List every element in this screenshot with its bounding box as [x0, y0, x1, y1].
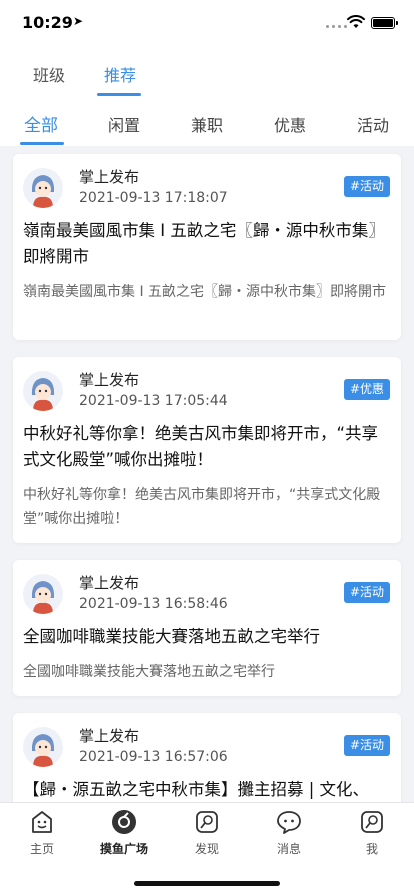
post-author: 掌上发布: [79, 371, 140, 389]
discover-icon: [196, 811, 218, 833]
tabbar-item-square[interactable]: 摸鱼广场: [94, 809, 154, 857]
tabbar-label: 我: [365, 842, 378, 856]
profile-icon: [361, 811, 383, 833]
post-title[interactable]: 全國咖啡職業技能大賽落地五畝之宅举行: [23, 624, 387, 650]
status-bar: 10:29 ➤: [0, 0, 414, 48]
category-tab-all-indicator: [20, 142, 64, 145]
tabbar-item-discover[interactable]: 发现: [177, 809, 237, 857]
post-time: 2021-09-13 16:58:46: [79, 596, 228, 612]
tabbar-label: 摸鱼广场: [99, 842, 148, 856]
post-title[interactable]: 嶺南最美國風市集 I 五畝之宅〖歸・源中秋市集〗即將開市: [23, 218, 387, 270]
post-card[interactable]: 掌上发布 2021-09-13 16:58:46 #活动 全國咖啡職業技能大賽落…: [13, 560, 401, 696]
wifi-icon: [347, 15, 365, 28]
tabbar-label: 主页: [29, 842, 54, 856]
post-tag[interactable]: #活动: [343, 582, 390, 603]
category-tab-idle[interactable]: 闲置: [108, 112, 140, 136]
post-tag[interactable]: #活动: [343, 735, 390, 756]
home-icon: [32, 811, 52, 833]
tabbar-label: 消息: [276, 842, 301, 856]
post-card[interactable]: 掌上发布 2021-09-13 16:57:06 #活动 【歸・源五畝之宅中秋市…: [13, 713, 401, 802]
location-arrow-icon: ➤: [73, 14, 84, 28]
post-time: 2021-09-13 17:18:07: [79, 190, 228, 206]
post-author: 掌上发布: [79, 574, 140, 592]
tabbar-item-message[interactable]: 消息: [259, 809, 319, 857]
category-tab-all[interactable]: 全部: [24, 111, 58, 136]
post-time: 2021-09-13 17:05:44: [79, 393, 228, 409]
home-indicator: [134, 881, 280, 886]
post-card[interactable]: 掌上发布 2021-09-13 17:05:44 #优惠 中秋好礼等你拿！绝美古…: [13, 357, 401, 543]
post-tag[interactable]: #优惠: [343, 379, 390, 400]
post-card[interactable]: 掌上发布 2021-09-13 17:18:07 #活动 嶺南最美國風市集 I …: [13, 154, 401, 340]
post-author: 掌上发布: [79, 168, 140, 186]
post-title[interactable]: 中秋好礼等你拿！绝美古风市集即将开市，“共享式文化殿堂”喊你出摊啦！: [23, 421, 387, 473]
avatar[interactable]: [23, 168, 63, 208]
category-tab-parttime[interactable]: 兼职: [191, 112, 223, 136]
tabbar-item-home[interactable]: 主页: [12, 809, 72, 857]
post-time: 2021-09-13 16:57:06: [79, 749, 228, 765]
battery-icon: [371, 17, 398, 29]
tabbar-label: 发现: [194, 842, 219, 856]
tab-class[interactable]: 班级: [33, 62, 65, 86]
avatar[interactable]: [23, 371, 63, 411]
tabbar-item-profile[interactable]: 我: [342, 809, 402, 857]
avatar[interactable]: [23, 727, 63, 767]
post-excerpt: 嶺南最美國風市集 I 五畝之宅〖歸・源中秋市集〗即將開市: [23, 284, 387, 300]
tab-recommend[interactable]: 推荐: [104, 62, 136, 86]
tab-recommend-indicator: [97, 93, 141, 96]
status-time: 10:29: [22, 13, 73, 32]
top-tabs: 班级 推荐: [0, 48, 414, 98]
post-title[interactable]: 【歸・源五畝之宅中秋市集】攤主招募 | 文化、: [23, 777, 387, 802]
post-feed[interactable]: 掌上发布 2021-09-13 17:18:07 #活动 嶺南最美國風市集 I …: [0, 146, 414, 802]
category-tabs: 全部 闲置 兼职 优惠 活动: [0, 98, 414, 146]
post-excerpt: 全國咖啡職業技能大賽落地五畝之宅举行: [23, 664, 275, 680]
square-icon: [112, 810, 136, 834]
post-tag[interactable]: #活动: [343, 176, 390, 197]
signal-icon: [326, 25, 347, 28]
post-author: 掌上发布: [79, 727, 140, 745]
category-tab-activity[interactable]: 活动: [357, 112, 389, 136]
post-excerpt: 中秋好礼等你拿！绝美古风市集即将开市，“共享式文化殿堂”喊你出摊啦！: [23, 487, 381, 527]
message-icon: [277, 811, 301, 834]
category-tab-discount[interactable]: 优惠: [274, 112, 306, 136]
avatar[interactable]: [23, 574, 63, 614]
